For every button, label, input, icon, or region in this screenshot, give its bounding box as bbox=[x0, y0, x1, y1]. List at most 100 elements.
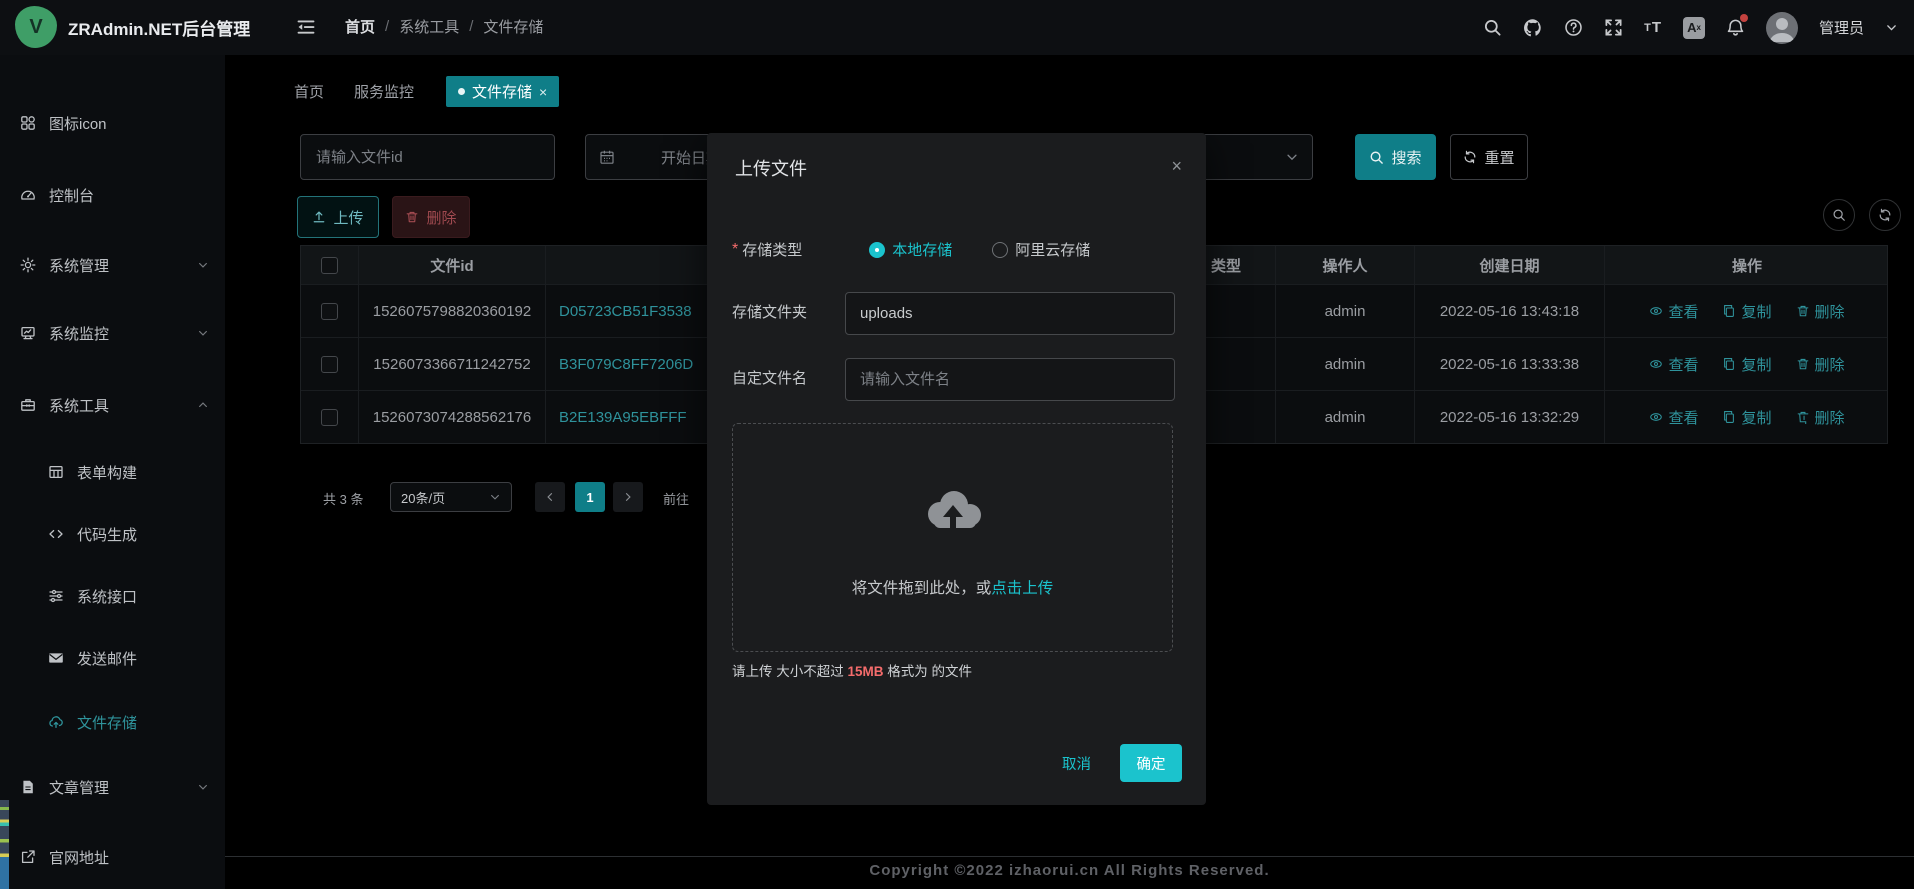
copy-link[interactable]: 复制 bbox=[1722, 407, 1771, 428]
delete-button[interactable]: 删除 bbox=[392, 196, 470, 238]
page-number-button[interactable]: 1 bbox=[575, 482, 605, 512]
upload-dropzone[interactable]: 将文件拖到此处，或点击上传 bbox=[732, 423, 1173, 652]
page-size-select[interactable]: 20条/页 bbox=[390, 482, 512, 512]
github-icon[interactable] bbox=[1523, 18, 1543, 38]
radio-aliyun-storage[interactable] bbox=[992, 242, 1008, 258]
page-size-value: 20条/页 bbox=[401, 488, 445, 507]
sidebar-item-system-tools[interactable]: 系统工具 bbox=[0, 381, 225, 429]
search-button[interactable]: 搜索 bbox=[1355, 134, 1436, 180]
sidebar-item-code-gen[interactable]: 代码生成 bbox=[0, 510, 225, 558]
active-tab-dot bbox=[458, 88, 465, 95]
sidebar-item-home-clipped[interactable]: 首页 bbox=[0, 55, 225, 68]
sidebar-item-website-link[interactable]: 官网地址 bbox=[0, 833, 225, 881]
grid-icon bbox=[20, 115, 36, 131]
sidebar-item-console[interactable]: 控制台 bbox=[0, 171, 225, 219]
user-name[interactable]: 管理员 bbox=[1819, 17, 1864, 38]
operator-cell: admin bbox=[1276, 338, 1415, 390]
sidebar-item-system-monitor[interactable]: 系统监控 bbox=[0, 309, 225, 357]
copy-icon bbox=[1722, 304, 1736, 318]
search-icon[interactable] bbox=[1483, 18, 1502, 37]
notification-bell-icon[interactable] bbox=[1726, 18, 1745, 37]
delete-link[interactable]: 删除 bbox=[1796, 407, 1845, 428]
close-dialog-icon[interactable]: × bbox=[1171, 157, 1182, 175]
tab-service-monitor[interactable]: 服务监控 bbox=[348, 76, 420, 107]
sidebar-collapse-icon[interactable] bbox=[296, 17, 316, 37]
avatar[interactable] bbox=[1766, 12, 1798, 44]
file-id-input[interactable] bbox=[314, 148, 541, 167]
file-id-cell: 1526073074288562176 bbox=[359, 391, 546, 443]
sidebar-item-label: 代码生成 bbox=[77, 524, 137, 545]
folder-field[interactable] bbox=[845, 292, 1175, 335]
close-tab-icon[interactable]: × bbox=[539, 84, 547, 100]
eye-icon bbox=[1649, 357, 1663, 371]
cancel-button[interactable]: 取消 bbox=[1062, 753, 1091, 774]
translate-icon[interactable]: Ax bbox=[1683, 17, 1705, 39]
toggle-search-button[interactable] bbox=[1823, 199, 1855, 231]
folder-input[interactable] bbox=[858, 304, 1162, 323]
view-link[interactable]: 查看 bbox=[1649, 301, 1698, 322]
row-select-cell[interactable] bbox=[301, 391, 359, 443]
delete-button-label: 删除 bbox=[426, 207, 456, 228]
copy-link[interactable]: 复制 bbox=[1722, 354, 1771, 375]
reset-button[interactable]: 重置 bbox=[1450, 134, 1528, 180]
radio-local-storage[interactable] bbox=[869, 242, 885, 258]
chevron-down-icon bbox=[197, 259, 209, 271]
click-upload-link[interactable]: 点击上传 bbox=[991, 580, 1053, 597]
sidebar-item-icons[interactable]: 图标icon bbox=[0, 99, 225, 147]
notification-badge bbox=[1740, 14, 1748, 22]
help-icon[interactable] bbox=[1564, 18, 1583, 37]
actions-cell: 查看 复制 删除 bbox=[1605, 391, 1889, 443]
confirm-button[interactable]: 确定 bbox=[1120, 744, 1182, 782]
copy-link[interactable]: 复制 bbox=[1722, 301, 1771, 322]
cloud-upload-icon bbox=[48, 714, 64, 730]
chevron-down-icon bbox=[1285, 150, 1299, 164]
app-title: ZRAdmin.NET后台管理 bbox=[68, 15, 250, 40]
breadcrumb-home[interactable]: 首页 bbox=[345, 16, 375, 37]
dropzone-text: 将文件拖到此处，或点击上传 bbox=[733, 576, 1172, 598]
code-icon bbox=[48, 526, 64, 542]
sidebar-item-system-mgmt[interactable]: 系统管理 bbox=[0, 241, 225, 289]
row-checkbox[interactable] bbox=[321, 303, 338, 320]
upload-button[interactable]: 上传 bbox=[297, 196, 379, 238]
radio-aliyun-label[interactable]: 阿里云存储 bbox=[1015, 239, 1090, 260]
sidebar-item-form-builder[interactable]: 表单构建 bbox=[0, 448, 225, 496]
prev-page-button[interactable] bbox=[535, 482, 565, 512]
chevron-down-icon[interactable] bbox=[1885, 21, 1898, 34]
view-link[interactable]: 查看 bbox=[1649, 407, 1698, 428]
filename-field[interactable] bbox=[845, 358, 1175, 401]
row-select-cell[interactable] bbox=[301, 285, 359, 337]
next-page-button[interactable] bbox=[613, 482, 643, 512]
row-checkbox[interactable] bbox=[321, 409, 338, 426]
operator-cell: admin bbox=[1276, 391, 1415, 443]
breadcrumb-separator: / bbox=[469, 18, 473, 35]
sidebar-item-system-api[interactable]: 系统接口 bbox=[0, 572, 225, 620]
radio-local-label[interactable]: 本地存储 bbox=[892, 239, 952, 260]
upload-button-label: 上传 bbox=[333, 207, 363, 228]
tab-file-storage[interactable]: 文件存储 × bbox=[446, 76, 559, 107]
delete-link[interactable]: 删除 bbox=[1796, 354, 1845, 375]
view-link[interactable]: 查看 bbox=[1649, 354, 1698, 375]
refresh-table-button[interactable] bbox=[1869, 199, 1901, 231]
created-cell: 2022-05-16 13:43:18 bbox=[1415, 285, 1605, 337]
delete-link[interactable]: 删除 bbox=[1796, 301, 1845, 322]
sidebar-item-file-storage[interactable]: 文件存储 bbox=[0, 698, 225, 746]
trash-icon bbox=[1796, 304, 1810, 318]
sidebar-item-send-mail[interactable]: 发送邮件 bbox=[0, 634, 225, 682]
file-id-filter[interactable] bbox=[300, 134, 555, 180]
font-size-icon[interactable]: TT bbox=[1644, 19, 1662, 36]
sidebar-item-label: 系统监控 bbox=[49, 323, 109, 344]
tab-label: 文件存储 bbox=[472, 81, 532, 102]
sidebar-item-label: 文件存储 bbox=[77, 712, 137, 733]
row-select-cell[interactable] bbox=[301, 338, 359, 390]
size-limit: 15MB bbox=[848, 664, 884, 679]
sidebar-item-article-mgmt[interactable]: 文章管理 bbox=[0, 763, 225, 811]
folder-label: 存储文件夹 bbox=[732, 301, 807, 322]
filename-input[interactable] bbox=[858, 370, 1162, 389]
select-all-cell[interactable] bbox=[301, 246, 359, 284]
file-id-cell: 1526073366711242752 bbox=[359, 338, 546, 390]
select-all-checkbox[interactable] bbox=[321, 257, 338, 274]
row-checkbox[interactable] bbox=[321, 356, 338, 373]
monitor-icon bbox=[20, 325, 36, 341]
fullscreen-icon[interactable] bbox=[1604, 18, 1623, 37]
tab-home[interactable]: 首页 bbox=[288, 76, 330, 107]
